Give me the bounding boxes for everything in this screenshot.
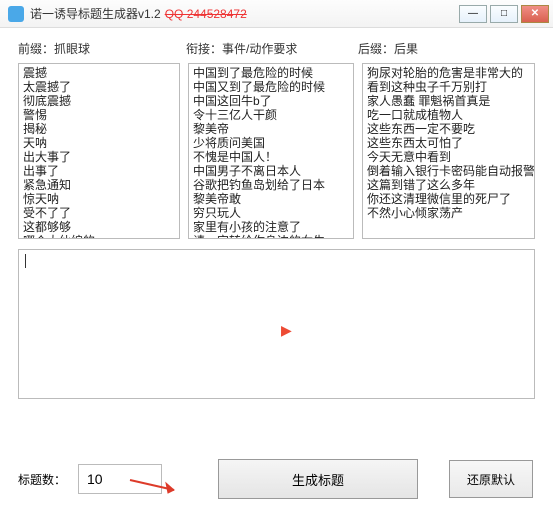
app-icon (8, 6, 24, 22)
suffix-label: 后缀：后果 (358, 40, 535, 57)
close-button[interactable]: ✕ (521, 5, 549, 23)
qq-strike: QQ 244528472 (165, 7, 247, 21)
maximize-button[interactable]: □ (490, 5, 518, 23)
play-annotation-icon: ▶ (281, 322, 292, 339)
prefix-label: 前缀：抓眼球 (18, 40, 186, 57)
titlebar: 诺一诱导标题生成器v1.2 QQ 244528472 — □ ✕ (0, 0, 553, 28)
minimize-button[interactable]: — (459, 5, 487, 23)
count-input[interactable] (78, 464, 162, 494)
restore-button[interactable]: 还原默认 (449, 460, 533, 498)
suffix-listbox[interactable]: 狗尿对轮胎的危害是非常大的 看到这种虫子千万别打 家人愚蠢 罪魁祸首真是 吃一口… (362, 63, 535, 239)
generate-button[interactable]: 生成标题 (218, 459, 418, 499)
output-textarea[interactable]: ▶ (18, 249, 535, 399)
text-cursor (25, 254, 26, 268)
count-label: 标题数： (18, 471, 66, 488)
prefix-listbox[interactable]: 震撼 太震撼了 彻底震撼 警惕 揭秘 天呐 出大事了 出事了 紧急通知 惊天呐 … (18, 63, 180, 239)
window-title: 诺一诱导标题生成器v1.2 (30, 5, 161, 22)
bridge-listbox[interactable]: 中国到了最危险的时候 中国又到了最危险的时候 中国这回牛b了 令十三亿人干颜 黎… (188, 63, 354, 239)
bridge-label: 衔接：事件/动作要求 (186, 40, 358, 57)
content-area: 前缀：抓眼球 衔接：事件/动作要求 后缀：后果 震撼 太震撼了 彻底震撼 警惕 … (0, 28, 553, 514)
